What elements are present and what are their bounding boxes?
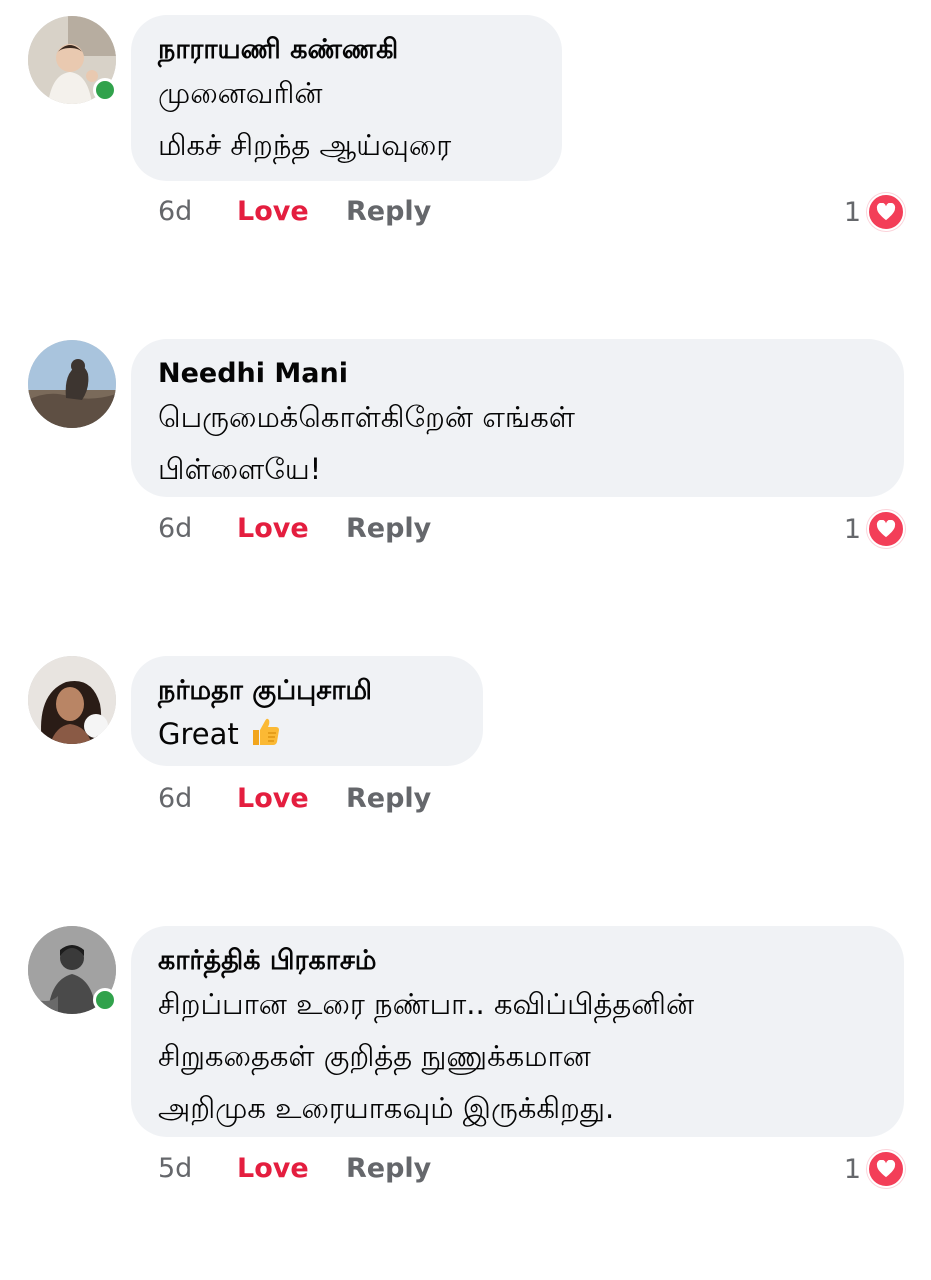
comment-time[interactable]: 6d <box>158 195 192 229</box>
reaction-count: 1 <box>843 513 861 545</box>
comment-author[interactable]: Needhi Mani <box>158 357 878 391</box>
avatar[interactable] <box>28 656 116 744</box>
heart-reaction-icon <box>867 510 905 548</box>
comment-bubble[interactable]: நர்மதா குப்புசாமி Great <box>131 656 483 766</box>
reply-button[interactable]: Reply <box>346 512 431 546</box>
comment-text: பெருமைக்கொள்கிறேன் எங்கள் பிள்ளையே! <box>158 400 575 486</box>
online-status-dot <box>93 78 117 102</box>
comment-bubble[interactable]: கார்த்திக் பிரகாசம் சிறப்பான உரை நண்பா..… <box>131 926 904 1137</box>
heart-reaction-icon <box>867 1150 905 1188</box>
online-status-dot <box>93 988 117 1012</box>
comment-bubble[interactable]: Needhi Mani பெருமைக்கொள்கிறேன் எங்கள் பி… <box>131 339 904 497</box>
reaction-summary[interactable]: 1 <box>843 193 905 231</box>
comment-author[interactable]: கார்த்திக் பிரகாசம் <box>158 944 878 978</box>
reaction-count: 1 <box>843 1153 861 1185</box>
thumbs-up-icon <box>249 712 281 764</box>
comment-text: Great <box>158 708 457 764</box>
reaction-summary[interactable]: 1 <box>843 510 905 548</box>
comment-author[interactable]: நர்மதா குப்புசாமி <box>158 674 457 708</box>
reply-button[interactable]: Reply <box>346 195 431 229</box>
comment-bubble[interactable]: நாராயணி கண்ணகி முனைவரின் மிகச் சிறந்த ஆய… <box>131 15 562 181</box>
comment-text-content: Great <box>158 717 239 751</box>
love-button[interactable]: Love <box>237 512 309 546</box>
love-button[interactable]: Love <box>237 195 309 229</box>
avatar[interactable] <box>28 340 116 428</box>
heart-reaction-icon <box>867 193 905 231</box>
reaction-count: 1 <box>843 196 861 228</box>
comment-author[interactable]: நாராயணி கண்ணகி <box>158 33 536 67</box>
comment-text: முனைவரின் மிகச் சிறந்த ஆய்வுரை <box>158 76 452 162</box>
love-button[interactable]: Love <box>237 782 309 816</box>
comment-text: சிறப்பான உரை நண்பா.. கவிப்பித்தனின் சிறு… <box>158 987 695 1125</box>
comment-time[interactable]: 6d <box>158 512 192 546</box>
love-button[interactable]: Love <box>237 1152 309 1186</box>
reply-button[interactable]: Reply <box>346 782 431 816</box>
comment-time[interactable]: 6d <box>158 782 192 816</box>
comment-time[interactable]: 5d <box>158 1152 192 1186</box>
reply-button[interactable]: Reply <box>346 1152 431 1186</box>
reaction-summary[interactable]: 1 <box>843 1150 905 1188</box>
